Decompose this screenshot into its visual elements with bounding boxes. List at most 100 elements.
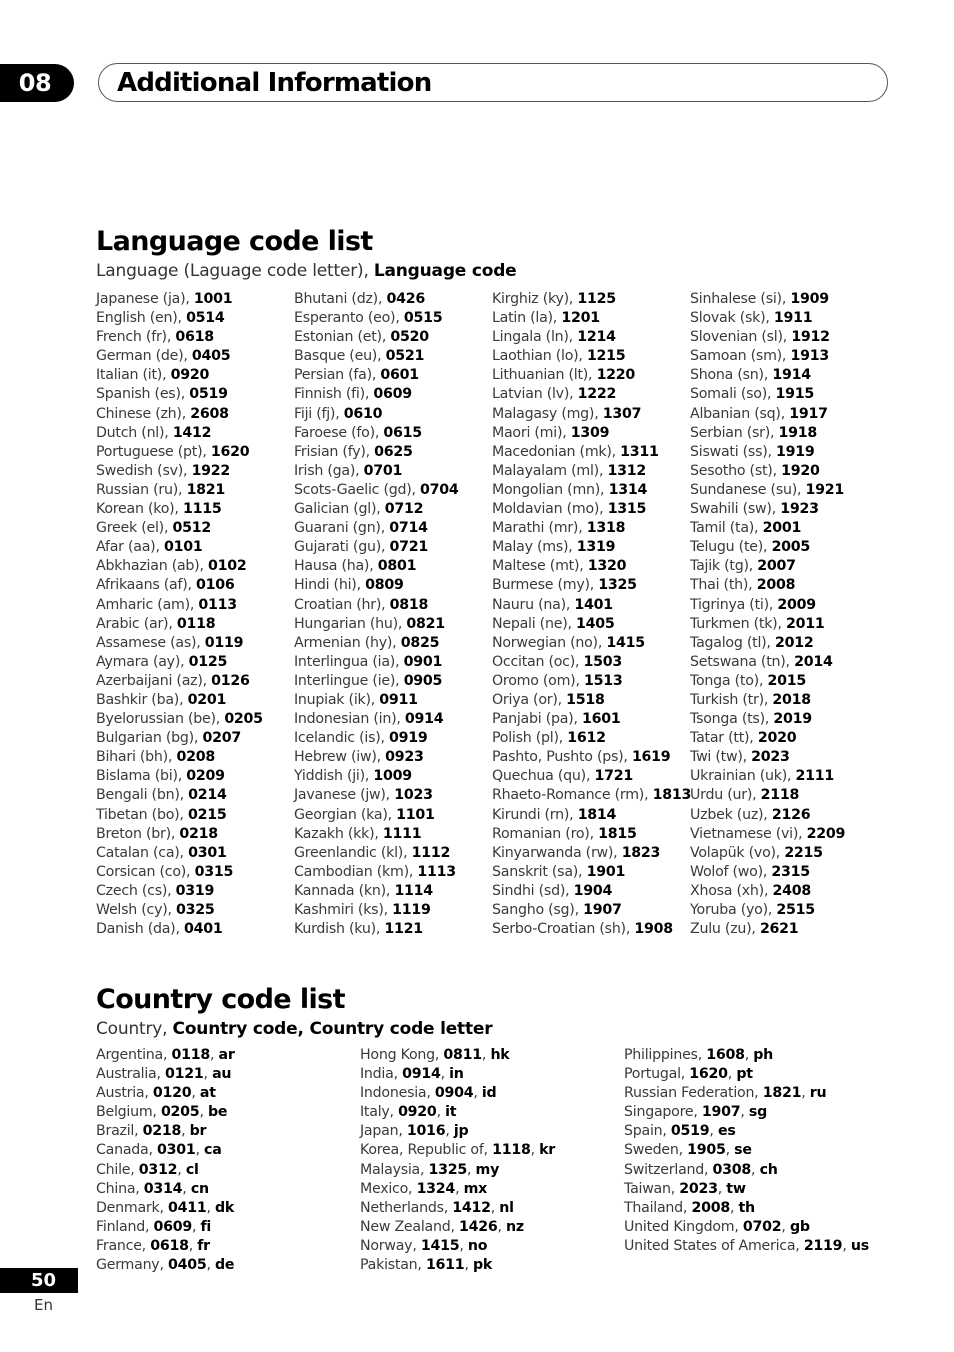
language-entry: Vietnamese (vi), 2209 [690, 825, 888, 844]
country-entry: Spain, 0519, es [624, 1122, 896, 1141]
separator: , [199, 1104, 208, 1121]
language-entry: Slovak (sk), 1911 [690, 309, 888, 328]
language-code: 2018 [772, 691, 811, 708]
language-code: 1911 [773, 310, 813, 327]
language-name: Serbo-Croatian (sh), [492, 921, 635, 938]
language-code: 0520 [390, 329, 429, 346]
language-code: 1009 [373, 768, 412, 785]
country-name: Japan, [360, 1123, 407, 1140]
language-name: Aymara (ay), [96, 653, 189, 670]
country-name: Korea, Republic of, [360, 1142, 493, 1159]
language-entry: Urdu (ur), 2118 [690, 786, 888, 805]
country-name: Chile, [96, 1161, 139, 1178]
country-name: Russian Federation, [624, 1085, 763, 1102]
language-code: 1907 [583, 902, 622, 918]
language-name: Fiji (fj), [294, 405, 344, 422]
country-letter: be [207, 1104, 228, 1121]
separator: , [191, 1085, 200, 1102]
language-name: Tibetan (bo), [96, 806, 188, 823]
language-code: 1518 [566, 691, 605, 708]
separator: , [181, 1123, 190, 1140]
language-name: Shona (sn), [690, 367, 773, 384]
language-entry: Bengali (bn), 0214 [96, 786, 294, 805]
language-code: 1325 [598, 577, 637, 594]
language-entry: Catalan (ca), 0301 [96, 844, 294, 863]
language-code: 2012 [774, 634, 814, 651]
country-name: Norway, [360, 1237, 421, 1254]
country-entry: United States of America, 2119, us [624, 1237, 896, 1256]
language-name: Yoruba (yo), [690, 902, 777, 918]
country-code: 0618 [150, 1237, 189, 1254]
language-entry: German (de), 0405 [96, 347, 294, 366]
language-entry: Turkmen (tk), 2011 [690, 615, 888, 634]
language-name: Tatar (tt), [690, 730, 758, 747]
language-name: Thai (th), [690, 577, 757, 594]
country-code: 1608 [706, 1047, 745, 1063]
language-code: 1815 [598, 825, 637, 842]
language-entry: Romanian (ro), 1815 [492, 825, 690, 844]
language-code: 0901 [403, 653, 443, 670]
language-code: 0919 [389, 730, 428, 747]
country-code: 2023 [679, 1180, 718, 1197]
language-code: 0825 [400, 634, 440, 651]
language-name: Estonian (et), [294, 329, 391, 346]
language-code: 1222 [577, 386, 617, 403]
language-code: 0521 [385, 348, 425, 365]
language-name: Setswana (tn), [690, 653, 795, 670]
language-name: Macedonian (mk), [492, 443, 621, 460]
language-code-table: Japanese (ja), 1001 English (en), 0514 Fre… [96, 290, 896, 939]
language-code: 0714 [389, 520, 428, 537]
separator: , [725, 1142, 735, 1159]
language-code: 1215 [586, 348, 626, 365]
language-entry: Hindi (hi), 0809 [294, 576, 492, 595]
country-column: Argentina, 0118, ar Australia, 0121, au Au… [96, 1046, 360, 1275]
language-entry: Faroese (fo), 0615 [294, 424, 492, 443]
language-code: 1922 [191, 462, 231, 479]
country-name: United Kingdom, [624, 1218, 743, 1235]
language-code: 1915 [775, 386, 815, 403]
country-entry: India, 0914, in [360, 1065, 624, 1084]
language-name: Laothian (lo), [492, 348, 587, 365]
language-entry: Oromo (om), 1513 [492, 672, 690, 691]
language-entry: Indonesian (in), 0914 [294, 710, 492, 729]
language-name: Bislama (bi), [96, 768, 187, 785]
separator: , [467, 1161, 476, 1178]
language-name: Bhutani (dz), [294, 291, 387, 307]
language-code: 2009 [777, 596, 816, 613]
country-name: Sweden, [624, 1142, 688, 1159]
language-code: 1112 [411, 844, 451, 861]
language-name: Danish (da), [96, 921, 184, 938]
language-name: Samoan (sm), [690, 348, 791, 365]
country-entry: Sweden, 1905, se [624, 1141, 896, 1160]
language-entry: Occitan (oc), 1503 [492, 653, 690, 672]
country-code: 0811 [443, 1047, 482, 1063]
language-entry: Yiddish (ji), 1009 [294, 767, 492, 786]
language-name: Malayalam (ml), [492, 462, 608, 479]
country-letter: nl [499, 1199, 514, 1216]
separator: , [464, 1257, 473, 1274]
language-code: 1908 [634, 921, 673, 938]
language-name: Hebrew (iw), [294, 749, 386, 766]
country-entry: Malaysia, 1325, my [360, 1161, 624, 1180]
language-entry: Latvian (lv), 1222 [492, 385, 690, 404]
country-entry: Brazil, 0218, br [96, 1122, 360, 1141]
language-code: 2515 [776, 902, 815, 918]
country-code: 1907 [701, 1104, 741, 1121]
language-entry: Yoruba (yo), 2515 [690, 901, 888, 920]
country-entry: Belgium, 0205, be [96, 1103, 360, 1122]
language-entry: Greenlandic (kl), 1112 [294, 844, 492, 863]
country-entry: China, 0314, cn [96, 1180, 360, 1199]
language-name: Lingala (ln), [492, 329, 578, 346]
language-entry: Basque (eu), 0521 [294, 347, 492, 366]
language-entry: Javanese (jw), 1023 [294, 786, 492, 805]
country-code: 0609 [153, 1218, 192, 1235]
country-letter: gb [789, 1218, 810, 1235]
language-code: 0218 [179, 825, 218, 842]
language-name: Indonesian (in), [294, 711, 405, 728]
country-code: 1426 [459, 1218, 498, 1235]
separator: , [188, 1237, 198, 1254]
language-code: 1405 [576, 615, 615, 632]
language-name: Japanese (ja), [96, 291, 194, 307]
language-code: 2001 [762, 520, 802, 537]
language-code: 1917 [789, 405, 828, 422]
